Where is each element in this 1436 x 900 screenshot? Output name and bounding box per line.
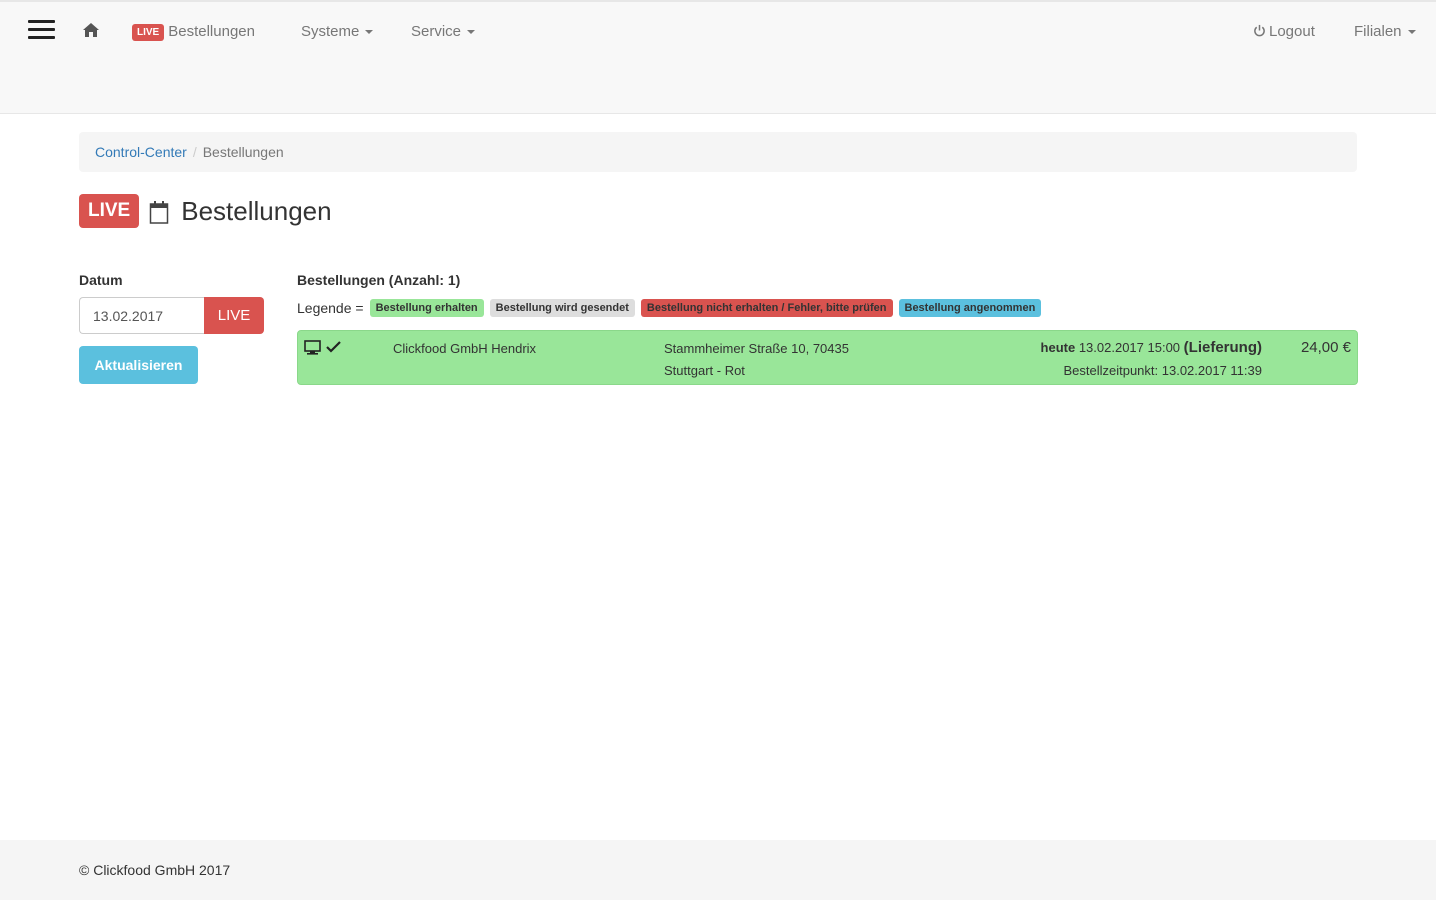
order-time: Bestellzeitpunkt: 13.02.2017 11:39	[1063, 363, 1262, 378]
order-city: Stuttgart - Rot	[664, 363, 745, 378]
nav-service-label: Service	[411, 23, 462, 40]
power-icon	[1254, 24, 1265, 37]
legend: Legende = Bestellung erhalten Bestellung…	[297, 299, 1042, 317]
nav-branches-dropdown[interactable]: Filialen	[1354, 22, 1416, 42]
order-customer: Clickfood GmbH Hendrix	[393, 341, 537, 356]
legend-received: Bestellung erhalten	[369, 299, 484, 317]
live-badge: LIVE	[79, 194, 140, 228]
desktop-icon	[304, 340, 321, 359]
live-badge: LIVE	[132, 23, 165, 41]
home-icon[interactable]	[82, 22, 100, 44]
nav-systems-dropdown[interactable]: Systeme	[301, 22, 374, 42]
order-delivery-day: heute	[1040, 340, 1076, 355]
legend-error: Bestellung nicht erhalten / Fehler, bitt…	[640, 299, 893, 317]
caret-down-icon	[1407, 30, 1416, 35]
footer: © Clickfood GmbH 2017	[0, 840, 1436, 900]
breadcrumb-control-center[interactable]: Control-Center	[95, 144, 187, 160]
order-delivery-time: 13.02.2017 15:00	[1078, 340, 1181, 355]
order-row[interactable]: Clickfood GmbH Hendrix Stammheimer Straß…	[297, 330, 1358, 385]
order-street: Stammheimer Straße 10, 70435	[664, 341, 849, 356]
legend-accepted: Bestellung angenommen	[898, 299, 1042, 317]
caret-down-icon	[365, 30, 374, 35]
caret-down-icon	[467, 30, 476, 35]
logout-label: Logout	[1269, 23, 1315, 40]
breadcrumb: Control-Center / Bestellungen	[79, 132, 1357, 172]
order-delivery: heute 13.02.2017 15:00 (Lieferung)	[1041, 340, 1262, 356]
calendar-icon	[149, 199, 169, 224]
order-amount: 24,00 €	[1300, 339, 1351, 356]
nav-systems-label: Systeme	[301, 23, 360, 40]
date-label: Datum	[79, 272, 123, 288]
legend-sending: Bestellung wird gesendet	[489, 299, 635, 317]
breadcrumb-current: Bestellungen	[202, 144, 284, 160]
date-input[interactable]	[79, 297, 205, 334]
footer-copyright: © Clickfood GmbH 2017	[79, 862, 231, 878]
nav-branches-label: Filialen	[1354, 23, 1402, 40]
refresh-button[interactable]: Aktualisieren	[79, 346, 198, 384]
nav-orders-label: Bestellungen	[168, 23, 255, 40]
breadcrumb-separator: /	[192, 144, 197, 160]
top-navbar: LIVE Bestellungen Systeme Service Logout …	[0, 0, 1436, 114]
menu-toggle-icon[interactable]	[28, 18, 55, 42]
order-delivery-type: (Lieferung)	[1183, 339, 1262, 356]
navbar-row: LIVE Bestellungen Systeme Service Logout …	[0, 2, 1436, 62]
live-button[interactable]: LIVE	[204, 297, 264, 334]
logout-link[interactable]: Logout	[1253, 22, 1315, 42]
nav-orders-link[interactable]: LIVE Bestellungen	[132, 22, 255, 42]
legend-label: Legende =	[297, 300, 364, 316]
page-title: LIVE Bestellungen	[79, 192, 332, 230]
check-icon	[326, 340, 341, 357]
orders-heading: Bestellungen (Anzahl: 1)	[297, 272, 461, 288]
page-title-text: Bestellungen	[181, 196, 332, 226]
nav-service-dropdown[interactable]: Service	[411, 22, 476, 42]
